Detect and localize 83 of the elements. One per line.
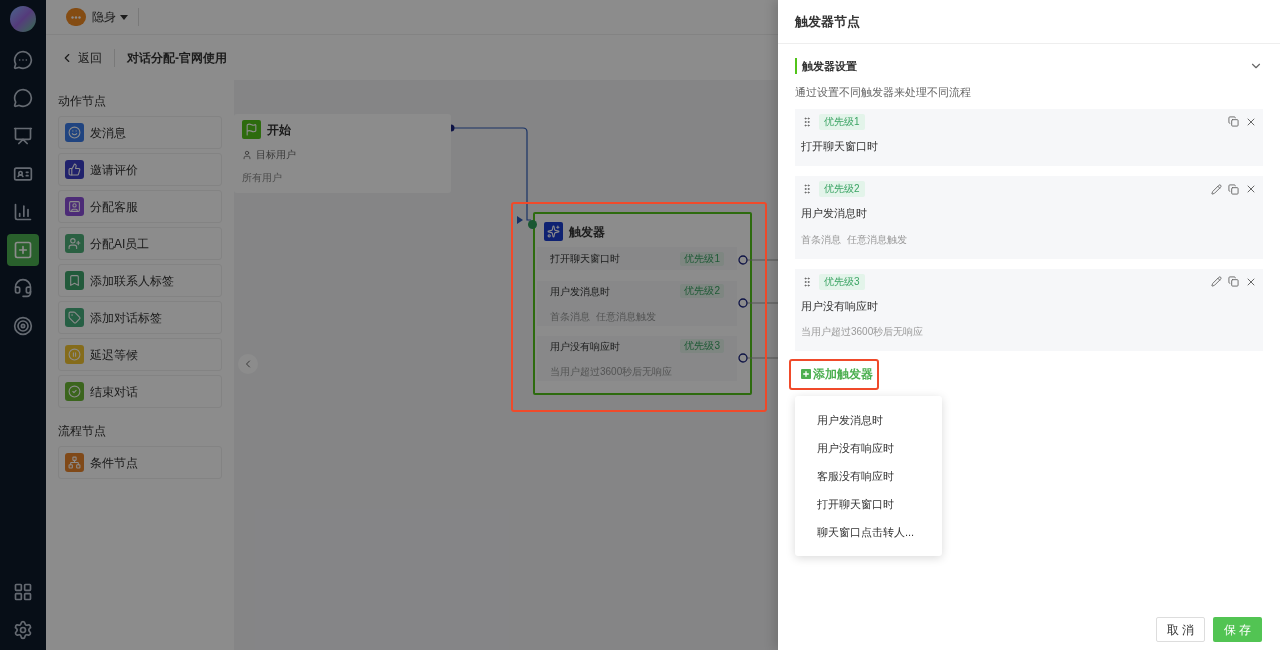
drawer-title: 触发器节点 <box>795 12 860 31</box>
node-label: 添加对话标签 <box>90 309 162 327</box>
trigger-label: 打开聊天窗口时 <box>801 138 879 154</box>
node-label: 分配客服 <box>90 198 138 216</box>
copy-icon[interactable] <box>1228 183 1239 195</box>
field-label: 目标用户 <box>256 148 296 162</box>
target-icon <box>13 316 33 336</box>
copy-icon[interactable] <box>1228 116 1239 127</box>
node-item[interactable]: 条件节点 <box>58 446 222 479</box>
node-label: 邀请评价 <box>90 161 138 179</box>
trigger-detail: 当用户超过3600秒后无响应 <box>801 325 924 339</box>
back-button[interactable]: 返回 <box>60 48 115 67</box>
trigger-card[interactable]: 优先级1 打开聊天窗口时 <box>795 108 1263 166</box>
add-trigger-button[interactable]: 添加触发器 <box>795 359 879 389</box>
node-label: 条件节点 <box>90 454 138 472</box>
node-item[interactable]: 结束对话 <box>58 375 222 408</box>
presentation-icon <box>13 126 33 146</box>
menu-item[interactable]: 用户发消息时 <box>795 406 942 434</box>
node-item[interactable]: 邀请评价 <box>58 153 222 186</box>
dots-icon <box>71 15 81 19</box>
flow-title: 对话分配-官网使用 <box>127 49 227 67</box>
chat-bubble-icon <box>13 88 33 108</box>
nav-button[interactable] <box>7 234 39 266</box>
priority-tag: 优先级1 <box>680 251 724 266</box>
trigger-label: 打开聊天窗口时 <box>550 252 620 266</box>
node-item[interactable]: 发消息 <box>58 116 222 149</box>
drag-handle-icon[interactable] <box>801 115 813 128</box>
user-icon <box>242 149 252 160</box>
contact-card-icon <box>13 164 33 184</box>
priority-tag: 优先级2 <box>680 284 724 298</box>
sparkle-icon <box>544 222 563 241</box>
node-title: 开始 <box>267 121 291 139</box>
section-heading: 流程节点 <box>58 423 107 440</box>
trigger-detail: 首条消息 <box>801 232 841 247</box>
chat-icon <box>13 50 33 70</box>
node-item[interactable]: 延迟等候 <box>58 338 222 371</box>
section-heading: 动作节点 <box>58 93 107 110</box>
priority-tag: 优先级2 <box>819 181 865 197</box>
apps-icon <box>13 582 33 602</box>
bar-chart-icon <box>13 202 33 222</box>
caret-icon <box>120 14 128 20</box>
node-item[interactable]: 分配客服 <box>58 190 222 223</box>
menu-item[interactable]: 聊天窗口点击转人... <box>795 518 942 546</box>
edit-icon[interactable] <box>1211 183 1222 195</box>
trigger-card[interactable]: 优先级2 用户发消息时 首条消息 任意消息触发 <box>795 176 1263 259</box>
priority-tag: 优先级3 <box>680 339 724 353</box>
menu-item[interactable]: 用户没有响应时 <box>795 434 942 462</box>
trigger-label: 用户没有响应时 <box>550 339 620 354</box>
trigger-detail: 任意消息触发 <box>847 232 907 247</box>
input-port <box>528 220 537 229</box>
node-item[interactable]: 分配AI员工 <box>58 227 222 260</box>
app-logo[interactable] <box>10 6 36 32</box>
settings-icon <box>13 620 33 640</box>
add-flow-icon <box>13 240 33 260</box>
copy-icon[interactable] <box>1228 276 1239 287</box>
drag-handle-icon[interactable] <box>801 275 813 288</box>
drag-handle-icon[interactable] <box>801 183 813 195</box>
node-item[interactable]: 添加对话标签 <box>58 301 222 334</box>
add-icon <box>801 369 811 379</box>
node-label: 结束对话 <box>90 383 138 401</box>
menu-item[interactable]: 打开聊天窗口时 <box>795 490 942 518</box>
close-icon[interactable] <box>1245 183 1257 195</box>
menu-item[interactable]: 客服没有响应时 <box>795 462 942 490</box>
section-title: 触发器设置 <box>795 58 857 74</box>
cancel-button[interactable]: 取 消 <box>1156 617 1205 642</box>
trigger-card[interactable]: 优先级3 用户没有响应时 当用户超过3600秒后无响应 <box>795 268 1263 351</box>
section-description: 通过设置不同触发器来处理不同流程 <box>795 85 972 100</box>
node-label: 发消息 <box>90 124 126 142</box>
node-item[interactable]: 添加联系人标签 <box>58 264 222 297</box>
node-label: 分配AI员工 <box>90 235 150 253</box>
node-title: 触发器 <box>569 223 605 241</box>
headset-icon <box>13 278 33 298</box>
trigger-row[interactable]: 打开聊天窗口时 优先级1 <box>537 247 737 270</box>
trigger-label: 用户发消息时 <box>801 206 868 221</box>
trigger-label: 用户发消息时 <box>550 284 610 299</box>
trigger-label: 用户没有响应时 <box>801 298 879 314</box>
node-label: 延迟等候 <box>90 346 138 364</box>
status-dropdown[interactable]: 隐身 <box>92 8 139 26</box>
node-label: 添加联系人标签 <box>90 272 174 290</box>
priority-tag: 优先级1 <box>819 113 865 130</box>
flag-icon <box>242 120 261 139</box>
edit-icon[interactable] <box>1211 276 1222 287</box>
priority-tag: 优先级3 <box>819 273 865 290</box>
